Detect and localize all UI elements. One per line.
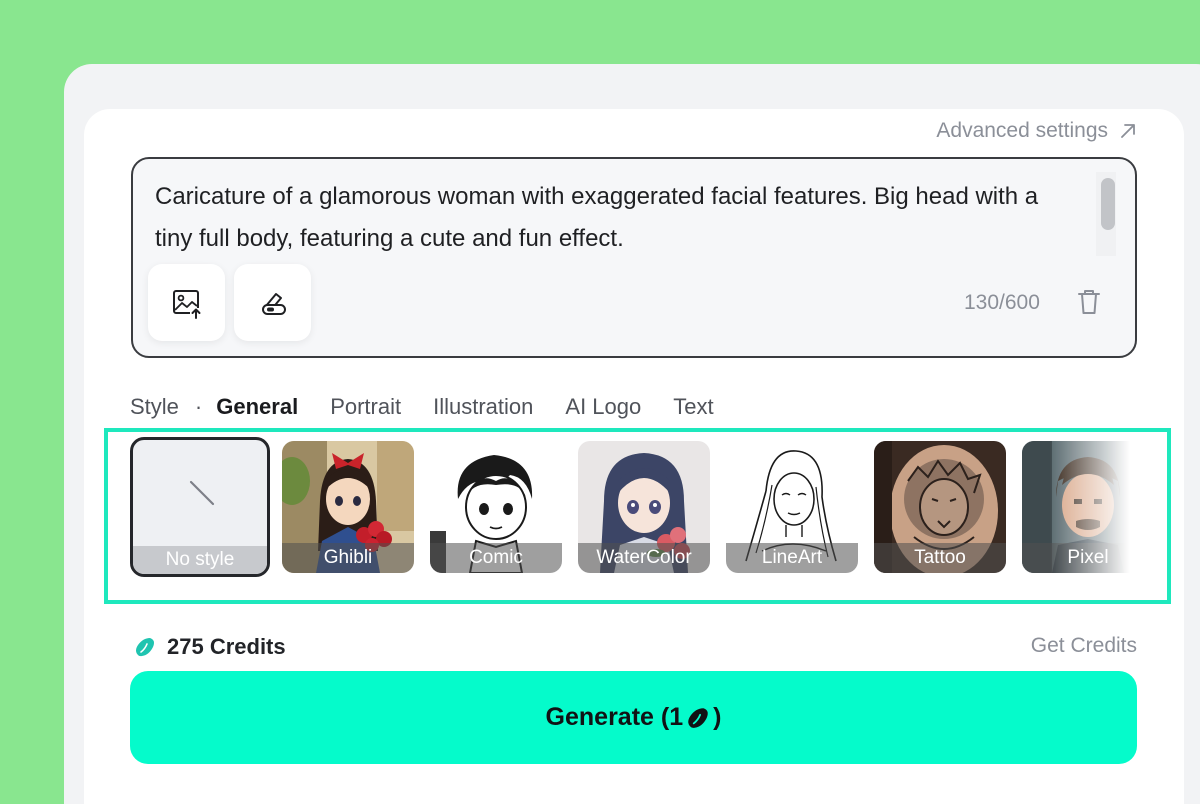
tab-general[interactable]: General xyxy=(216,394,298,420)
style-options: No style Ghibli Comic WaterColor LineArt… xyxy=(130,437,1130,579)
credits-balance: 275 Credits xyxy=(133,634,286,660)
style-option-label: Comic xyxy=(430,543,562,573)
tab-text[interactable]: Text xyxy=(673,394,713,420)
style-option-label: Pixel xyxy=(1022,543,1130,573)
style-option-label: WaterColor xyxy=(578,543,710,573)
tab-illustration[interactable]: Illustration xyxy=(433,394,533,420)
trash-icon[interactable] xyxy=(1076,288,1102,316)
bean-icon xyxy=(136,638,154,657)
style-option-comic[interactable]: Comic xyxy=(430,441,562,573)
style-option-label: Tattoo xyxy=(874,543,1006,573)
tab-ai-logo[interactable]: AI Logo xyxy=(565,394,641,420)
style-option-label: No style xyxy=(133,546,267,574)
prompt-textarea[interactable]: Caricature of a glamorous woman with exa… xyxy=(155,176,1075,260)
bean-icon xyxy=(688,707,708,728)
style-option-lineart[interactable]: LineArt xyxy=(726,441,858,573)
style-option-tattoo[interactable]: Tattoo xyxy=(874,441,1006,573)
style-option-pixel[interactable]: Pixel xyxy=(1022,441,1130,573)
credits-label: 275 Credits xyxy=(167,634,286,659)
generate-button[interactable]: Generate (1 ) xyxy=(130,671,1137,764)
char-counter: 130/600 xyxy=(964,291,1040,314)
generate-label-prefix: Generate (1 xyxy=(545,703,684,731)
style-option-watercolor[interactable]: WaterColor xyxy=(578,441,710,573)
image-upload-icon xyxy=(172,289,202,319)
generate-label-suffix: ) xyxy=(713,703,722,731)
style-separator: · xyxy=(194,394,203,419)
style-option-ghibli[interactable]: Ghibli xyxy=(282,441,414,573)
get-credits-link[interactable]: Get Credits xyxy=(1031,634,1137,658)
style-option-label: Ghibli xyxy=(282,543,414,573)
arrow-up-right-icon xyxy=(1121,124,1135,138)
prompt-scrollbar[interactable] xyxy=(1101,178,1115,230)
style-option-label: LineArt xyxy=(726,543,858,573)
style-label: Style xyxy=(130,394,179,419)
eraser-pen-icon xyxy=(261,292,286,315)
advanced-settings-label: Advanced settings xyxy=(936,119,1108,142)
eraser-pen-button[interactable] xyxy=(234,264,311,341)
tab-portrait[interactable]: Portrait xyxy=(330,394,401,420)
image-upload-button[interactable] xyxy=(148,264,225,341)
style-tabs: Style · General Portrait Illustration AI… xyxy=(130,393,746,421)
style-option-no-style[interactable]: No style xyxy=(130,437,270,577)
advanced-settings-link[interactable]: Advanced settings xyxy=(936,119,1138,143)
